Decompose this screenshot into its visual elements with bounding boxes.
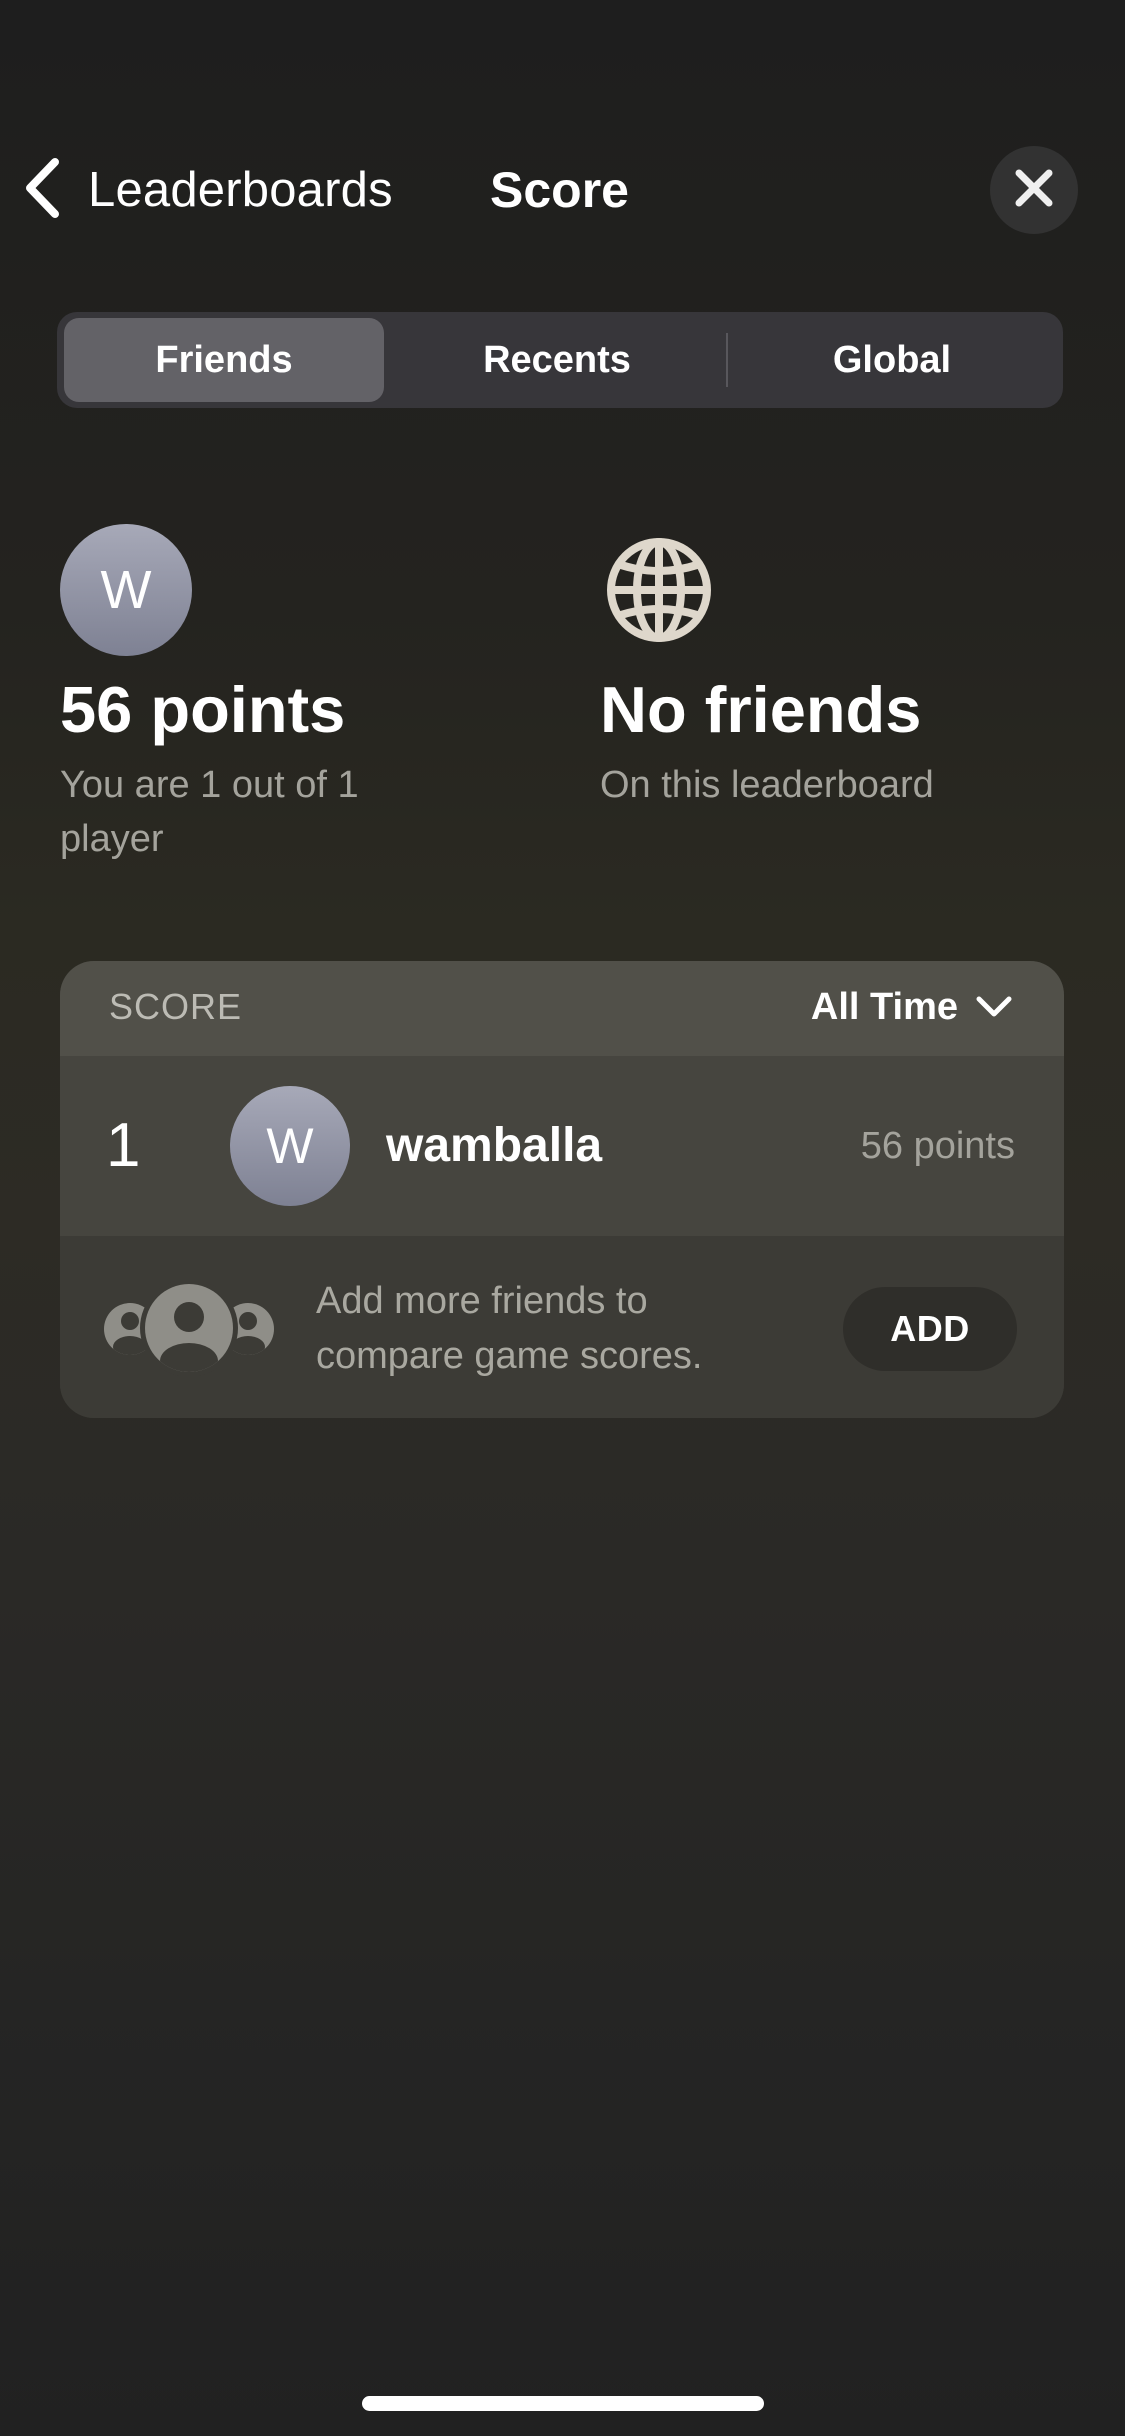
avatar: W <box>230 1086 350 1206</box>
leaderboard-scope-segmented-control: Friends Recents Global <box>57 312 1063 408</box>
player-rank-text: You are 1 out of 1 player <box>60 764 359 860</box>
row-player-name: wamballa <box>386 1119 603 1172</box>
add-friends-section: Add more friends to compare game scores.… <box>60 1236 1064 1418</box>
player-points: 56 points <box>60 673 346 746</box>
friends-group-icon <box>104 1279 274 1377</box>
no-friends-title: No friends <box>600 673 922 746</box>
back-button[interactable]: Leaderboards <box>22 155 393 225</box>
time-filter-label: All Time <box>810 985 958 1028</box>
add-friends-text: Add more friends to compare game scores. <box>316 1280 703 1377</box>
table-row[interactable]: 1 W wamballa 56 points <box>60 1056 1064 1236</box>
tab-friends[interactable]: Friends <box>64 318 384 402</box>
back-button-label: Leaderboards <box>88 163 393 217</box>
page-title: Score <box>490 162 629 218</box>
close-button[interactable] <box>990 146 1078 234</box>
tab-global[interactable]: Global <box>732 318 1052 402</box>
score-header-label: SCORE <box>109 986 243 1027</box>
score-card: SCORE All Time 1 W wamballa 56 points Ad… <box>60 961 1064 1418</box>
avatar: W <box>60 524 192 656</box>
time-filter-dropdown[interactable]: All Time <box>811 983 1012 1031</box>
segment-divider <box>726 333 728 387</box>
globe-icon <box>604 535 714 645</box>
row-rank: 1 <box>106 1111 141 1180</box>
chevron-down-icon <box>976 986 1012 1029</box>
add-friends-button[interactable]: ADD <box>843 1287 1017 1371</box>
chevron-left-icon <box>22 156 62 225</box>
tab-recents[interactable]: Recents <box>397 318 717 402</box>
score-card-header: SCORE All Time <box>60 961 1064 1056</box>
row-points: 56 points <box>860 1125 1015 1167</box>
home-indicator[interactable] <box>362 2396 764 2411</box>
close-icon <box>1014 168 1054 213</box>
no-friends-subtitle: On this leaderboard <box>600 764 934 806</box>
